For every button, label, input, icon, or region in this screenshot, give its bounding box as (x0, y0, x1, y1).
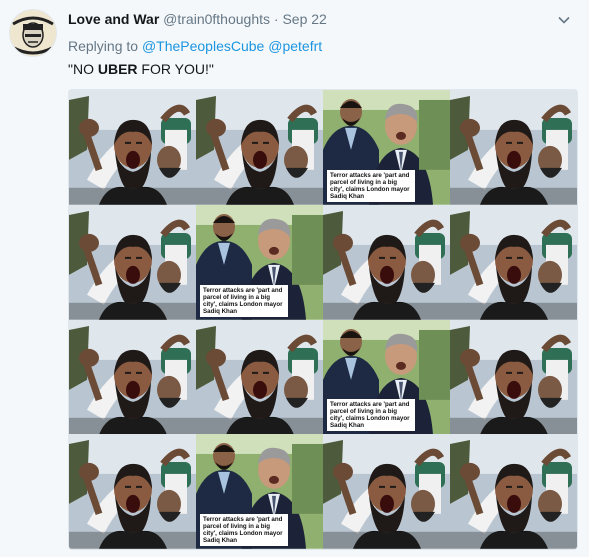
collage-tile-shouting-man (69, 90, 196, 205)
chevron-down-icon (558, 16, 570, 24)
avatar[interactable] (9, 9, 57, 57)
reply-target-link[interactable]: @ThePeoplesCube (142, 38, 264, 54)
collage-tile-shouting-man (69, 434, 196, 549)
collage-tile-mayor: Terror attacks are 'part and parcel of l… (196, 204, 323, 320)
collage-tile-shouting-man (450, 319, 577, 435)
news-caption: Terror attacks are 'part and parcel of l… (327, 169, 415, 202)
tweet: Love and War @train0fthoughts · Sep 22 R… (0, 0, 589, 557)
collage-tile-shouting-man (69, 204, 196, 320)
tweet-menu-button[interactable] (557, 13, 571, 27)
tweet-date[interactable]: Sep 22 (282, 11, 326, 27)
news-caption: Terror attacks are 'part and parcel of l… (200, 514, 288, 546)
news-caption: Terror attacks are 'part and parcel of l… (327, 399, 415, 432)
image-collage: Terror attacks are 'part and parcel of l… (69, 90, 577, 549)
tweet-text-bold: UBER (97, 61, 138, 77)
reply-target-link[interactable]: @petefrt (268, 38, 322, 54)
replying-to-label: Replying to (68, 38, 139, 54)
tweet-media[interactable]: Terror attacks are 'part and parcel of l… (68, 89, 578, 550)
avatar-icon (10, 10, 56, 56)
news-caption: Terror attacks are 'part and parcel of l… (200, 284, 288, 317)
separator-dot: · (273, 11, 279, 27)
collage-tile-shouting-man (450, 204, 577, 320)
collage-tile-mayor: Terror attacks are 'part and parcel of l… (196, 434, 323, 549)
author-name[interactable]: Love and War (68, 11, 159, 27)
collage-tile-mayor: Terror attacks are 'part and parcel of l… (323, 319, 450, 435)
tweet-header: Love and War @train0fthoughts · Sep 22 (68, 11, 327, 27)
collage-tile-shouting-man (323, 204, 450, 320)
collage-tile-shouting-man (196, 319, 323, 435)
tweet-text-part: FOR YOU!" (137, 61, 214, 77)
collage-tile-mayor: Terror attacks are 'part and parcel of l… (323, 90, 450, 205)
collage-tile-shouting-man (69, 319, 196, 435)
collage-tile-shouting-man (196, 90, 323, 205)
author-handle[interactable]: @train0fthoughts (163, 11, 270, 27)
replying-to: Replying to @ThePeoplesCube @petefrt (68, 38, 322, 54)
collage-tile-shouting-man (450, 90, 577, 205)
collage-tile-shouting-man (450, 434, 577, 549)
tweet-text-part: "NO (68, 61, 98, 77)
tweet-text: "NO UBER FOR YOU!" (68, 61, 214, 77)
collage-tile-shouting-man (323, 434, 450, 549)
